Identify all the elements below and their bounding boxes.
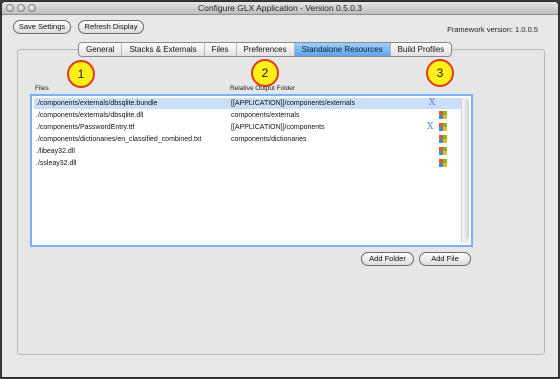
file-path: ./components/externals/dbsqlite.bundle	[36, 100, 158, 107]
output-folder: [[APPLICATION]]/components	[231, 124, 325, 131]
output-folder: components/dictionaries	[231, 136, 307, 143]
windows-icon[interactable]	[439, 147, 447, 155]
add-file-button[interactable]: Add File	[419, 252, 471, 266]
output-folder: components/externals	[231, 112, 300, 119]
windows-icon[interactable]	[439, 111, 447, 119]
refresh-display-button[interactable]: Refresh Display	[78, 20, 144, 34]
tab-files[interactable]: Files	[205, 43, 237, 56]
file-path: ./components/dictionaries/en_classified_…	[36, 136, 202, 143]
windows-icon[interactable]	[439, 123, 447, 131]
app-window: Configure GLX Application - Version 0.5.…	[1, 1, 559, 378]
list-item[interactable]: ./components/PasswordEntry.ttf [[APPLICA…	[34, 122, 463, 133]
callout-1: 1	[67, 60, 95, 88]
callout-2: 2	[251, 59, 279, 87]
output-folder: [[APPLICATION]]/components/externals	[231, 100, 355, 107]
tab-standalone-resources[interactable]: Standalone Resources	[294, 43, 391, 56]
tab-general[interactable]: General	[79, 43, 123, 56]
list-scrollbar[interactable]	[461, 98, 469, 243]
tab-build-profiles[interactable]: Build Profiles	[391, 43, 452, 56]
callout-3: 3	[426, 59, 454, 87]
list-item[interactable]: ./components/dictionaries/en_classified_…	[34, 134, 463, 145]
save-settings-button[interactable]: Save Settings	[13, 20, 71, 34]
file-path: ./libeay32.dll	[36, 148, 75, 155]
title-bar: Configure GLX Application - Version 0.5.…	[2, 2, 558, 15]
file-path: ./ssleay32.dll	[36, 160, 77, 167]
files-column-header: Files	[35, 85, 49, 92]
list-item[interactable]: ./components/externals/dbsqlite.dll comp…	[34, 110, 463, 121]
mac-x-icon[interactable]: X	[429, 98, 435, 109]
add-folder-button[interactable]: Add Folder	[361, 252, 414, 266]
tab-stacks-externals[interactable]: Stacks & Externals	[122, 43, 205, 56]
mac-x-icon[interactable]: X	[427, 122, 433, 133]
list-item[interactable]: ./libeay32.dll	[34, 146, 463, 157]
resources-list[interactable]: ./components/externals/dbsqlite.bundle […	[30, 94, 473, 247]
scrollbar-thumb[interactable]	[463, 99, 469, 239]
window-title: Configure GLX Application - Version 0.5.…	[198, 3, 362, 13]
tab-preferences[interactable]: Preferences	[237, 43, 295, 56]
file-path: ./components/PasswordEntry.ttf	[36, 124, 135, 131]
windows-icon[interactable]	[439, 159, 447, 167]
tab-bar: General Stacks & Externals Files Prefere…	[78, 42, 453, 57]
list-item[interactable]: ./ssleay32.dll	[34, 158, 463, 169]
windows-icon[interactable]	[439, 135, 447, 143]
list-item[interactable]: ./components/externals/dbsqlite.bundle […	[34, 98, 463, 109]
framework-version-label: Framework version: 1.0.0.5	[447, 25, 538, 34]
file-path: ./components/externals/dbsqlite.dll	[36, 112, 144, 119]
